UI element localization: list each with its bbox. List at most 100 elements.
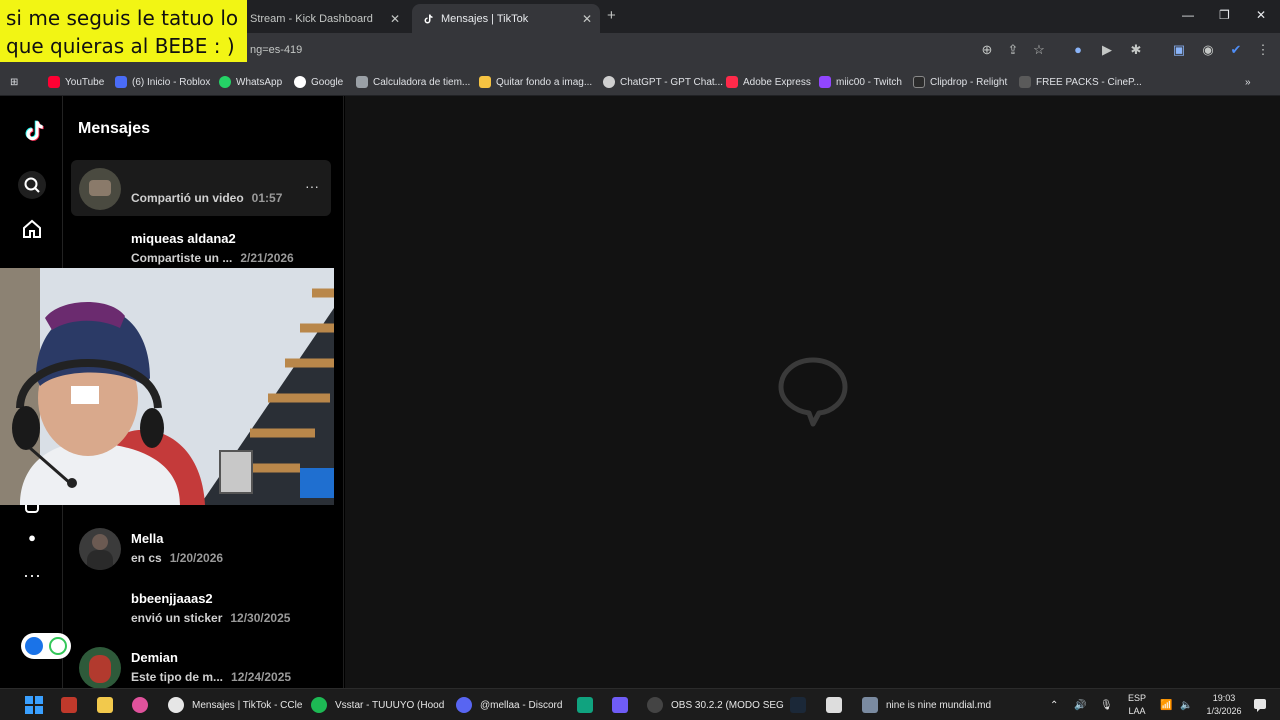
tab-title: Mensajes | TikTok [441, 12, 529, 25]
language-indicator[interactable]: ESP LAA [1122, 692, 1152, 718]
install-app-icon[interactable]: ⇪ [1005, 42, 1021, 58]
zoom-icon[interactable]: ⊕ [979, 42, 995, 58]
cinepacks-icon [1019, 76, 1031, 88]
clock-time: 19:03 [1212, 693, 1236, 703]
conversation-name: miqueas aldana2 [131, 231, 236, 246]
chat-area [345, 96, 1280, 688]
taskbar-app-icon[interactable] [826, 696, 850, 714]
taskbar-app-icon[interactable] [132, 696, 156, 714]
conversation-time: 01:57 [251, 191, 283, 205]
flame-icon [132, 697, 148, 713]
profile-avatar-icon[interactable]: ◉ [1200, 42, 1216, 58]
menu-kebab-icon[interactable]: ⋮ [1255, 42, 1271, 58]
home-icon[interactable] [20, 217, 44, 241]
tab-title: Stream - Kick Dashboard [250, 12, 373, 25]
tab-kick-dashboard[interactable]: Stream - Kick Dashboard ✕ [240, 4, 408, 33]
widgets-icon [61, 697, 77, 713]
extensions-puzzle-icon[interactable]: ✱ [1128, 42, 1144, 58]
adobe-icon [726, 76, 738, 88]
bookmark-twitch[interactable]: miic00 - Twitch [819, 74, 902, 90]
microphone-icon[interactable]: 🎙 [1100, 696, 1113, 714]
page-title: Mensajes [78, 120, 151, 137]
tiktok-favicon-icon [422, 13, 434, 25]
discord-icon [456, 697, 472, 713]
speaker-icon[interactable]: 🔈 [1180, 696, 1192, 714]
bookmark-free-packs[interactable]: FREE PACKS - CineP... [1019, 74, 1142, 90]
tab-tiktok-messages[interactable]: Mensajes | TikTok ✕ [412, 4, 600, 33]
bookmark-chatgpt[interactable]: ChatGPT - GPT Chat... [603, 74, 723, 90]
conversation-name: bbeenjjaaas2 [131, 591, 213, 606]
obs-icon [647, 697, 663, 713]
minimize-icon[interactable]: — [1182, 8, 1194, 22]
taskbar-obs-window[interactable]: OBS 30.2.2 (MODO SEG [647, 696, 784, 714]
sidebar-icon[interactable]: ▣ [1171, 42, 1187, 58]
start-windows-icon[interactable] [25, 696, 43, 714]
taskbar-discord-window[interactable]: @mellaa - Discord [456, 696, 562, 714]
bookmark-calculadora[interactable]: Calculadora de tiem... [356, 74, 470, 90]
browser-icon [168, 697, 184, 713]
conversation-item[interactable]: Mella en cs 1/20/2026 [71, 520, 331, 576]
taskbar-app-icon[interactable] [612, 696, 636, 714]
image-tool-icon [479, 76, 491, 88]
close-tab-icon[interactable]: ✕ [390, 12, 400, 26]
clock[interactable]: 19:03 1/3/2026 [1200, 692, 1248, 718]
taskbar-app-icon[interactable] [577, 696, 601, 714]
media-icon[interactable]: ▶ [1099, 42, 1115, 58]
url-field[interactable]: ng=es-419 [250, 44, 302, 56]
bookmark-google[interactable]: Google [294, 74, 343, 90]
apps-grid-icon[interactable]: ⊞ [10, 74, 18, 90]
taskbar-app-icon[interactable] [790, 696, 814, 714]
chatgpt-icon [603, 76, 615, 88]
wifi-icon[interactable]: 📶 [1160, 696, 1172, 714]
close-tab-icon[interactable]: ✕ [582, 12, 592, 26]
clipdrop-icon [913, 76, 925, 88]
extension-icon[interactable]: ● [1070, 42, 1086, 58]
more-bookmarks-icon[interactable]: » [1245, 74, 1251, 90]
caption-line: si me seguis le tatuo lo [6, 6, 239, 30]
conversation-item[interactable]: Demian Este tipo de m... 12/24/2025 [71, 639, 331, 695]
steam-icon [790, 697, 806, 713]
copilot-icon [612, 697, 628, 713]
file-explorer-icon[interactable] [97, 696, 121, 714]
bookmark-adobe-express[interactable]: Adobe Express [726, 74, 811, 90]
conversation-name: Demian [131, 650, 178, 665]
conversation-preview: en cs 1/20/2026 [131, 551, 224, 565]
taskbar-browser-window[interactable]: Mensajes | TikTok - CCle [168, 696, 302, 714]
webcam-overlay [0, 268, 334, 505]
robot-icon[interactable]: ● [20, 526, 44, 550]
windows-taskbar: Mensajes | TikTok - CCle Vsstar - TUUUYO… [0, 688, 1280, 720]
caption-line: que quieras al BEBE : ) [6, 34, 235, 58]
calculator-icon [356, 76, 368, 88]
bookmark-whatsapp[interactable]: WhatsApp [219, 74, 282, 90]
taskbar-app-icon[interactable] [61, 696, 85, 714]
bookmarks-bar: ⊞ YouTube (6) Inicio - Roblox WhatsApp G… [0, 68, 1280, 96]
conversation-item[interactable]: bbeenjjaaas2 envió un sticker 12/30/2025 [71, 580, 331, 636]
new-tab-button[interactable]: + [607, 7, 616, 24]
avatar [79, 528, 121, 570]
clock-date: 1/3/2026 [1206, 706, 1242, 716]
tiktok-logo-icon[interactable] [20, 118, 46, 144]
bookmark-quitar-fondo[interactable]: Quitar fondo a imag... [479, 74, 592, 90]
conversation-time: 12/30/2025 [230, 611, 291, 625]
taskbar-editor-window[interactable]: nine is nine mundial.md [862, 696, 991, 714]
close-window-icon[interactable]: ✕ [1256, 8, 1266, 22]
notifications-icon[interactable] [1253, 696, 1267, 714]
conversation-preview: Compartiste un ... 2/21/2026 [131, 251, 294, 265]
capcut-icon [826, 697, 842, 713]
extension-badge-icon [25, 637, 43, 655]
taskbar-spotify-window[interactable]: Vsstar - TUUUYO (Hood [311, 696, 444, 714]
restore-icon[interactable]: ❐ [1219, 8, 1230, 22]
tray-overflow-icon[interactable]: ⌃ [1050, 696, 1058, 714]
bookmark-roblox[interactable]: (6) Inicio - Roblox [115, 74, 210, 90]
search-icon[interactable] [18, 171, 46, 199]
conversation-item[interactable]: Compartió un video 01:57 ··· [71, 160, 331, 216]
more-icon[interactable]: ··· [20, 563, 44, 587]
roblox-icon [115, 76, 127, 88]
folder-icon [97, 697, 113, 713]
volume-mixer-icon[interactable]: 🔊 [1074, 696, 1086, 714]
bookmark-youtube[interactable]: YouTube [48, 74, 104, 90]
bookmark-clipdrop[interactable]: Clipdrop - Relight [913, 74, 1007, 90]
bookmark-star-icon[interactable]: ☆ [1031, 42, 1047, 58]
conversation-more-icon[interactable]: ··· [305, 178, 319, 194]
account-badge-icon[interactable]: ✔ [1228, 42, 1244, 58]
